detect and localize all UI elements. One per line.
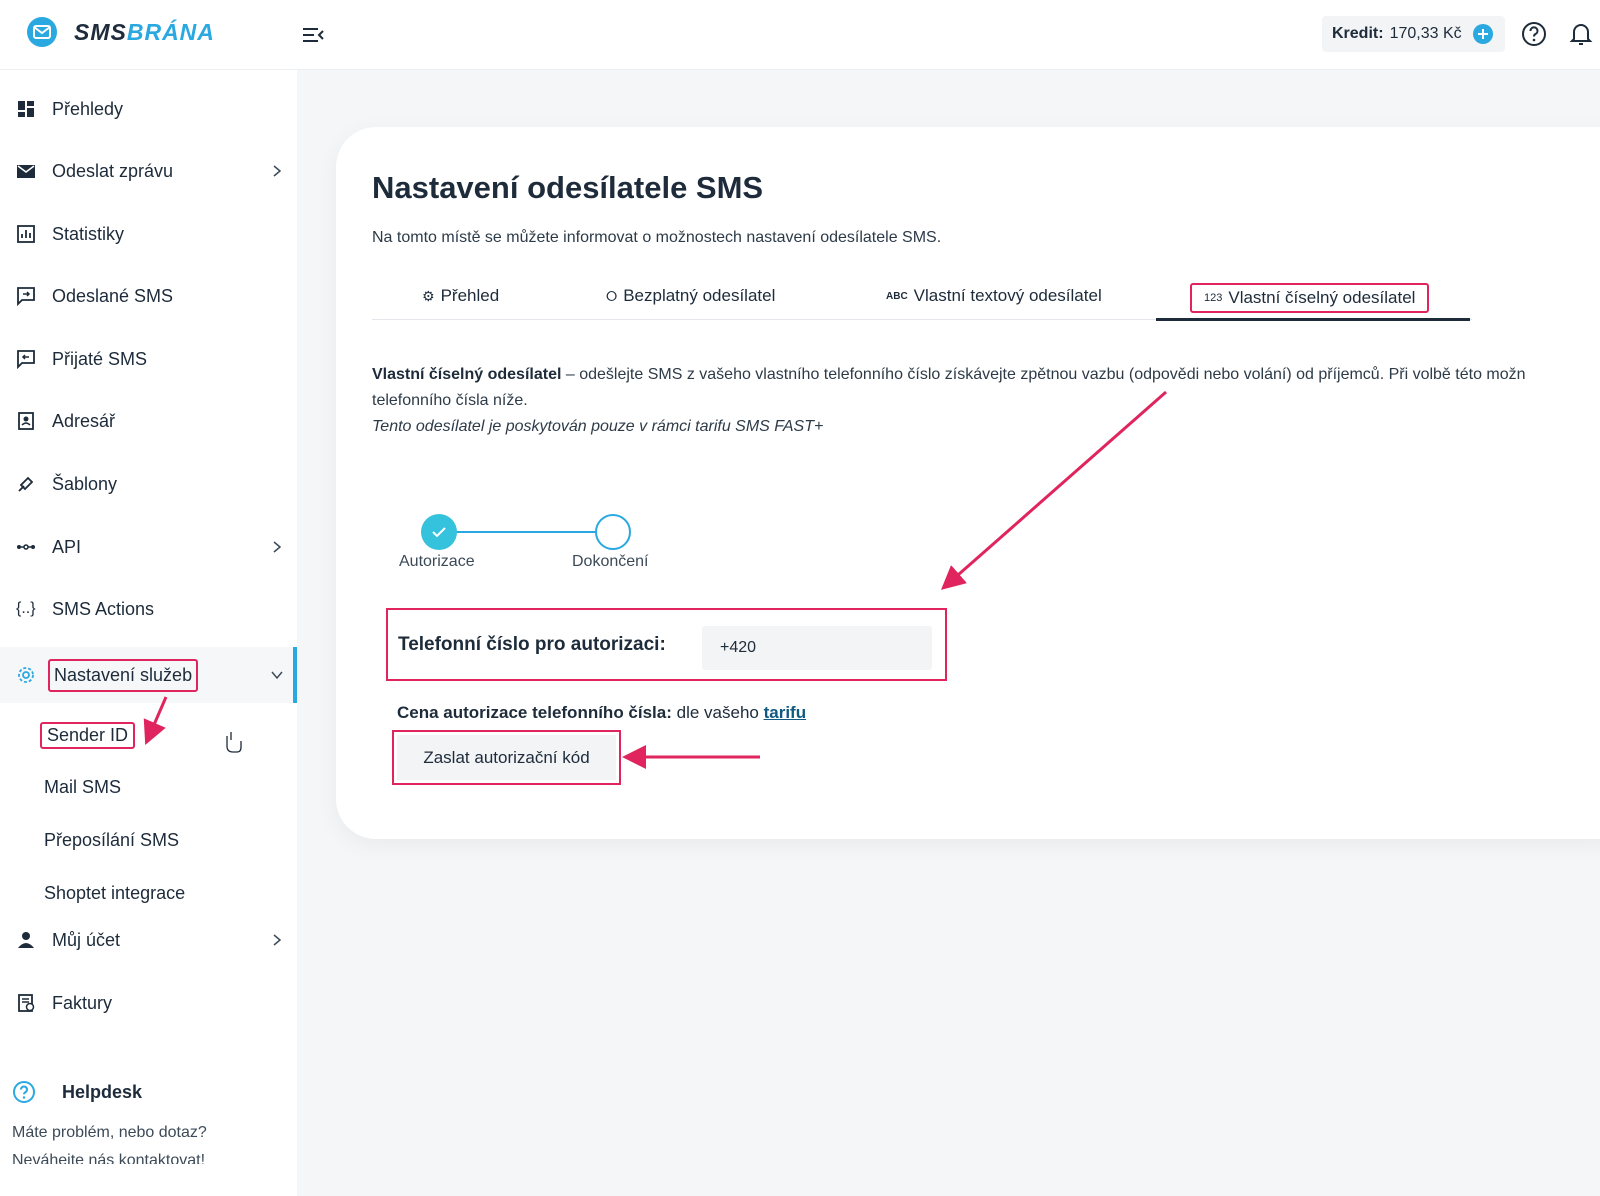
free-icon: ⭘ <box>606 287 618 304</box>
send-auth-code-button[interactable]: Zaslat autorizační kód <box>397 735 616 780</box>
chevron-right-icon <box>273 165 282 177</box>
sidebar-item-faktury[interactable]: Faktury <box>0 975 297 1031</box>
sidebar-item-nastaveni-sluzeb[interactable]: Nastavení služeb <box>0 647 297 703</box>
sidebar-item-odeslane-sms[interactable]: Odeslané SMS <box>0 268 297 324</box>
sidebar-subitem-preposilani-sms[interactable]: Přeposílání SMS <box>44 830 179 851</box>
phone-label: Telefonní číslo pro autorizaci: <box>398 634 666 655</box>
price-text: dle vašeho <box>671 703 764 722</box>
sidebar-item-label: Statistiky <box>52 223 125 244</box>
tab-label: Bezplatný odesílatel <box>623 286 776 305</box>
invoice-icon <box>18 994 35 1012</box>
active-tab-indicator <box>1156 318 1470 321</box>
sent-icon <box>17 287 35 306</box>
logo[interactable]: SMSBRÁNA <box>26 16 215 48</box>
sidebar-item-label: Adresář <box>52 410 116 431</box>
helpdesk-title[interactable]: Helpdesk <box>62 1082 142 1103</box>
chevron-right-icon <box>273 541 282 553</box>
bell-icon[interactable] <box>1568 20 1594 48</box>
helpdesk: Helpdesk Máte problém, nebo dotaz? Neváh… <box>12 1080 292 1164</box>
stepper-line <box>440 531 614 533</box>
sidebar-item-label: Přijaté SMS <box>52 348 148 369</box>
contacts-icon <box>18 412 34 430</box>
user-icon <box>18 932 34 948</box>
envelope-icon <box>17 165 35 178</box>
add-credit-icon[interactable] <box>1472 23 1494 45</box>
logo-icon <box>27 17 57 47</box>
description: Vlastní číselný odesílatel – odešlejte S… <box>372 362 1600 440</box>
sidebar-item-muj-ucet[interactable]: Můj účet <box>0 912 297 968</box>
sidebar-item-label: Přehledy <box>52 98 124 119</box>
description-note: Tento odesílatel je poskytován pouze v r… <box>372 418 824 435</box>
phone-input[interactable] <box>702 626 932 670</box>
sidebar-item-label: Nastavení služeb <box>48 658 199 692</box>
step-label-authorization: Autorizace <box>399 553 475 570</box>
logo-text: SMSBRÁNA <box>74 18 215 45</box>
tab-textovy[interactable]: ABC Vlastní textový odesílatel <box>886 286 1102 306</box>
credit-value: 170,33 Kč <box>1389 25 1462 42</box>
credit-box[interactable]: Kredit: 170,33 Kč <box>1322 16 1505 52</box>
tariff-link[interactable]: tarifu <box>764 703 807 722</box>
step-completion <box>595 514 631 550</box>
step-authorization-done <box>421 514 457 550</box>
help-circle-icon <box>13 1081 35 1103</box>
send-button-highlight: Zaslat autorizační kód <box>392 730 621 785</box>
description-text: – odešlejte SMS z vašeho vlastního telef… <box>561 366 1526 383</box>
tab-bezplatny[interactable]: ⭘ Bezplatný odesílatel <box>606 286 775 306</box>
dashboard-icon <box>18 101 34 117</box>
price-info: Cena autorizace telefonního čísla: dle v… <box>397 703 806 723</box>
tab-bar: ⚙ Přehled ⭘ Bezplatný odesílatel ABC Vla… <box>372 280 1472 320</box>
api-icon <box>17 544 35 550</box>
helpdesk-text: Máte problém, nebo dotaz? <box>12 1124 207 1141</box>
template-icon <box>18 476 34 492</box>
sidebar-item-label: Faktury <box>52 992 113 1013</box>
sidebar-item-statistiky[interactable]: Statistiky <box>0 206 297 262</box>
sidebar-item-label: Šablony <box>52 473 118 494</box>
chart-icon <box>17 225 35 243</box>
phone-form: Telefonní číslo pro autorizaci: <box>386 608 947 681</box>
braces-icon: {..} <box>16 600 36 617</box>
sidebar-item-adresar[interactable]: Adresář <box>0 393 297 449</box>
description-line2: telefonního čísla níže. <box>372 392 528 409</box>
sidebar-item-prehledy[interactable]: Přehledy <box>0 81 297 137</box>
credit-label: Kredit: <box>1332 25 1384 42</box>
sidebar-subitem-mail-sms[interactable]: Mail SMS <box>44 777 121 798</box>
sidebar-item-odeslat-zpravu[interactable]: Odeslat zprávu <box>0 143 297 199</box>
sidebar-subitem-shoptet[interactable]: Shoptet integrace <box>44 883 185 904</box>
sidebar-item-sablony[interactable]: Šablony <box>0 456 297 512</box>
check-icon <box>432 527 446 538</box>
chevron-down-icon <box>271 671 283 680</box>
numbers-icon: 123 <box>1204 292 1223 304</box>
inbox-icon <box>17 350 35 369</box>
page-subtitle: Na tomto místě se můžete informovat o mo… <box>372 229 942 246</box>
sidebar-item-sms-actions[interactable]: {..} SMS Actions <box>0 581 297 637</box>
tab-prehled[interactable]: ⚙ Přehled <box>422 286 499 306</box>
sidebar-item-label: API <box>52 536 82 557</box>
sidebar: Přehledy Odeslat zprávu Statistiky Odesl… <box>0 70 297 1196</box>
sidebar-item-label: SMS Actions <box>52 598 155 619</box>
tab-label: Vlastní číselný odesílatel <box>1228 288 1416 307</box>
page-title: Nastavení odesílatele SMS <box>372 170 764 205</box>
description-bold: Vlastní číselný odesílatel <box>372 366 562 383</box>
help-icon[interactable] <box>1520 20 1548 48</box>
sidebar-item-prijate-sms[interactable]: Přijaté SMS <box>0 331 297 387</box>
helpdesk-text-2: Neváhejte nás kontaktovat! <box>12 1152 206 1164</box>
tab-label: Vlastní textový odesílatel <box>913 286 1102 305</box>
sidebar-item-api[interactable]: API <box>0 519 297 575</box>
chevron-right-icon <box>273 934 282 946</box>
sidebar-item-label: Odeslané SMS <box>52 285 174 306</box>
abc-icon: ABC <box>886 290 908 302</box>
sidebar-item-label: Můj účet <box>52 929 121 950</box>
top-bar: SMSBRÁNA Kredit: 170,33 Kč <box>0 0 1600 70</box>
tab-label: Přehled <box>440 286 500 305</box>
price-label: Cena autorizace telefonního čísla: <box>397 703 672 722</box>
gear-icon: ⚙ <box>422 287 435 304</box>
step-label-completion: Dokončení <box>572 553 649 570</box>
sidebar-subitem-sender-id[interactable]: Sender ID <box>40 722 136 749</box>
tab-ciselny[interactable]: 123 Vlastní číselný odesílatel <box>1190 283 1430 313</box>
gear-icon <box>18 667 34 683</box>
menu-collapse-icon[interactable] <box>300 22 326 48</box>
sidebar-item-label: Odeslat zprávu <box>52 160 174 181</box>
